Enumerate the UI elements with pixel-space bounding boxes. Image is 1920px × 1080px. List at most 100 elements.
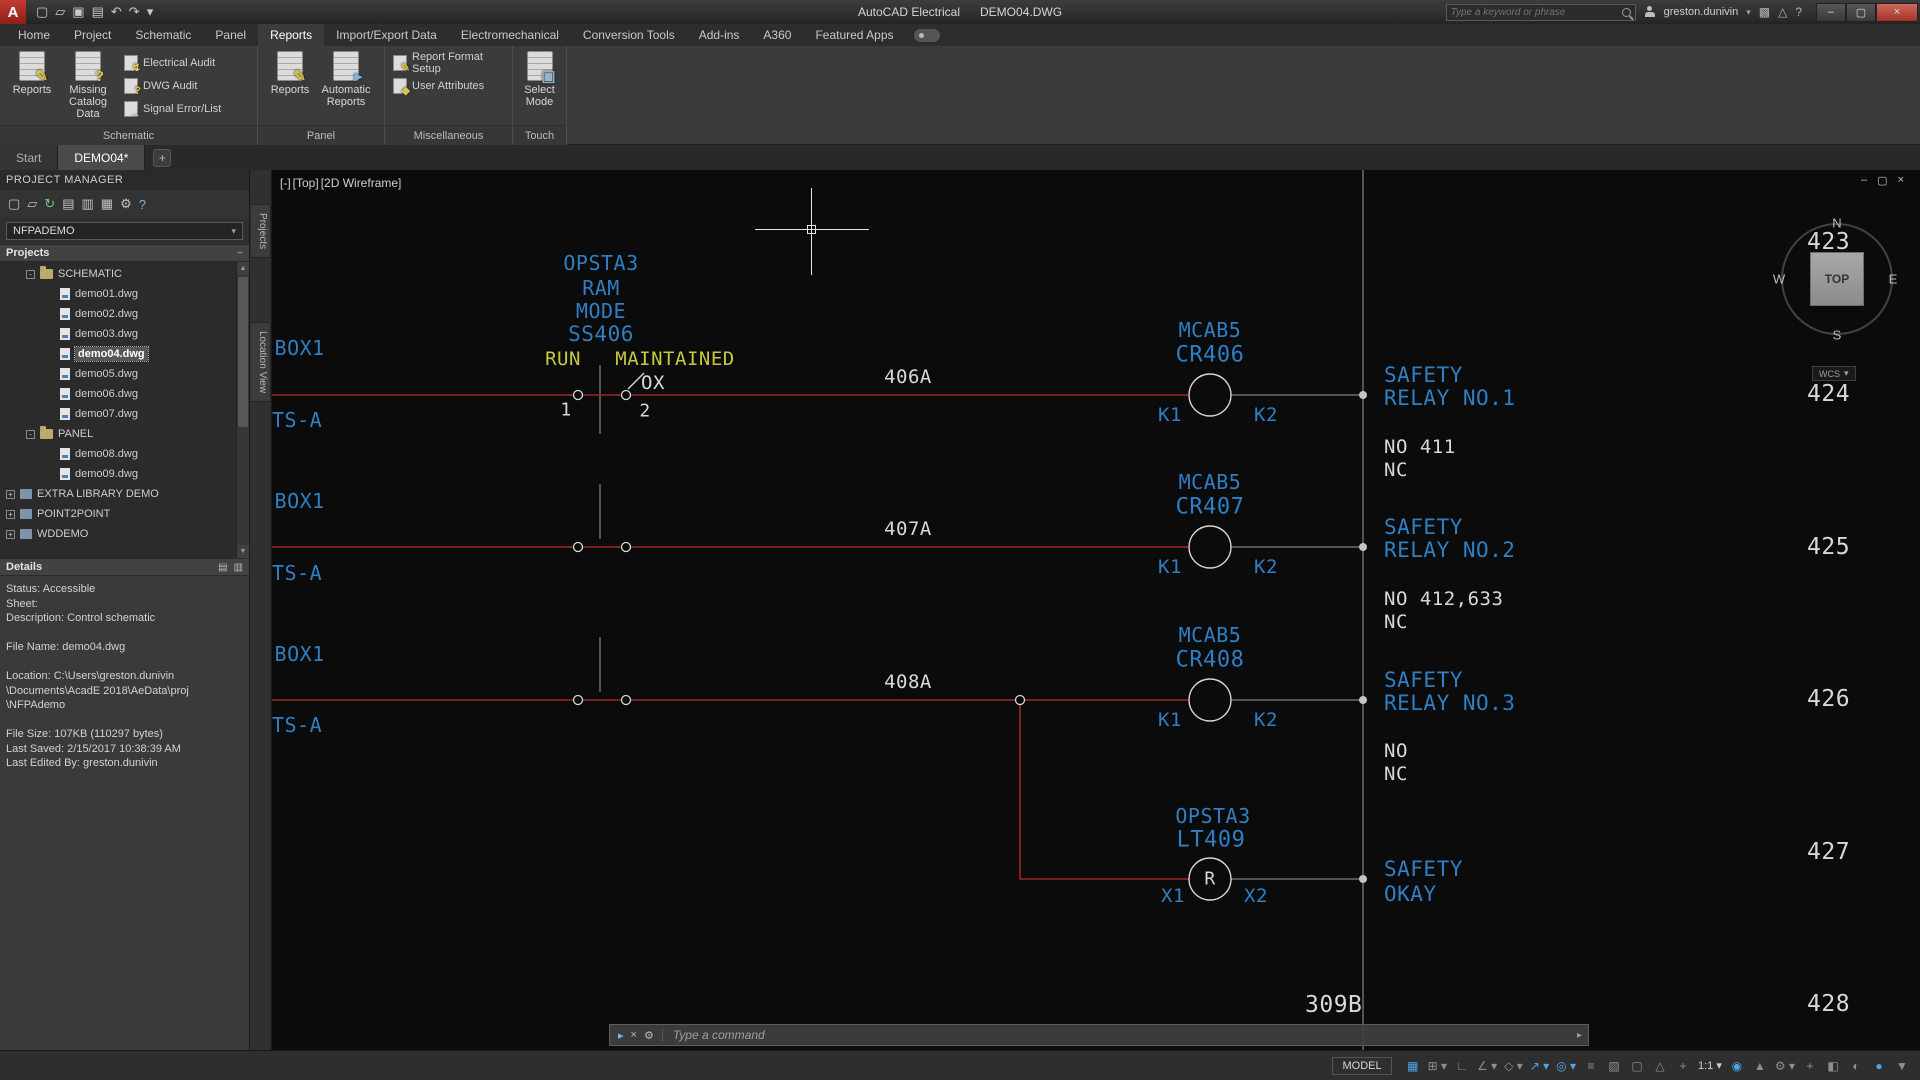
command-close-icon[interactable]: × xyxy=(631,1029,637,1042)
annotation-visibility-icon[interactable]: ◉ xyxy=(1727,1056,1747,1076)
tree-item-demo02-dwg[interactable]: demo02.dwg xyxy=(0,304,236,324)
wcs-dropdown[interactable]: WCS ▾ xyxy=(1812,366,1856,381)
collapse-icon[interactable]: - xyxy=(26,429,35,439)
reports-button[interactable]: ✎ Reports xyxy=(4,49,60,120)
help-icon[interactable]: ? xyxy=(1795,5,1802,19)
minimize-button[interactable]: – xyxy=(1816,2,1846,22)
clean-screen-icon[interactable]: ▼ xyxy=(1892,1056,1912,1076)
viewcube[interactable]: N W E S TOP WCS ▾ xyxy=(1767,210,1912,385)
connect-badge-icon[interactable] xyxy=(913,29,940,42)
project-task-list-icon[interactable]: ▤ xyxy=(62,196,74,212)
ribbon-tab-add-ins[interactable]: Add-ins xyxy=(687,24,752,46)
annotation-scale-label[interactable]: 1:1 ▾ xyxy=(1696,1056,1724,1076)
visual-style-control[interactable]: [2D Wireframe] xyxy=(321,176,402,190)
compass-west[interactable]: W xyxy=(1773,272,1785,287)
electrical-audit-button[interactable]: ↯ Electrical Audit xyxy=(120,53,225,74)
tree-item-point2point[interactable]: + POINT2POINT xyxy=(0,504,236,524)
drawing-canvas[interactable]: OPSTA3RAMMODESS406RUNMAINTAINEDOX12JBOX1… xyxy=(272,170,1920,1050)
ribbon-tab-project[interactable]: Project xyxy=(62,24,123,46)
view-control[interactable]: [Top] xyxy=(293,176,319,190)
new-drawing-tab-button[interactable]: + xyxy=(153,149,172,167)
missing-catalog-data-button[interactable]: ? Missing Catalog Data xyxy=(60,49,116,120)
dwg-audit-button[interactable]: ? DWG Audit xyxy=(120,76,225,97)
tree-item-panel[interactable]: - PANEL xyxy=(0,424,236,444)
project-dropdown[interactable]: NFPADEMO ▾ xyxy=(6,222,243,240)
annotation-autoscale-icon[interactable]: ▲ xyxy=(1750,1056,1770,1076)
tree-item-extra-library-demo[interactable]: + EXTRA LIBRARY DEMO xyxy=(0,484,236,504)
save-icon[interactable]: ▣ xyxy=(72,0,84,24)
file-tab-demo04[interactable]: DEMO04* xyxy=(58,145,146,170)
graphics-performance-icon[interactable]: ● xyxy=(1869,1056,1889,1076)
plot-publish-icon[interactable]: ▦ xyxy=(101,196,113,212)
command-scroll-icon[interactable]: ▸ xyxy=(1577,1030,1588,1041)
drawing-list-icon[interactable]: ▥ xyxy=(82,196,94,212)
qnew-icon[interactable]: ▢ xyxy=(36,0,48,24)
osnap-tracking-icon[interactable]: ↗ ▾ xyxy=(1528,1056,1551,1076)
ribbon-tab-import-export-data[interactable]: Import/Export Data xyxy=(324,24,449,46)
panel-label-panel[interactable]: Panel xyxy=(258,125,384,145)
panel-reports-button[interactable]: ✎ Reports xyxy=(262,49,318,108)
help-icon[interactable]: ? xyxy=(139,197,146,212)
project-new-icon[interactable]: ▢ xyxy=(8,196,20,212)
undo-icon[interactable]: ↶ xyxy=(111,0,122,24)
tree-item-demo01-dwg[interactable]: demo01.dwg xyxy=(0,284,236,304)
compass-south[interactable]: S xyxy=(1833,328,1842,343)
refresh-icon[interactable]: ↻ xyxy=(44,196,55,212)
tree-item-demo09-dwg[interactable]: demo09.dwg xyxy=(0,464,236,484)
workspace-gear-icon[interactable]: ⚙ ▾ xyxy=(1773,1056,1797,1076)
a360-sync-icon[interactable]: △ xyxy=(1778,5,1787,19)
tree-item-schematic[interactable]: - SCHEMATIC xyxy=(0,264,236,284)
redo-icon[interactable]: ↷ xyxy=(129,0,140,24)
viewcube-top-face[interactable]: TOP xyxy=(1810,252,1864,306)
dynamic-input-icon[interactable]: + xyxy=(1673,1056,1693,1076)
isolate-objects-icon[interactable]: ◐ xyxy=(1846,1056,1866,1076)
model-space-button[interactable]: MODEL xyxy=(1332,1056,1392,1075)
polar-tracking-icon[interactable]: ∠ ▾ xyxy=(1475,1056,1499,1076)
signal-error-list-button[interactable]: → Signal Error/List xyxy=(120,99,225,120)
scrollbar-thumb[interactable] xyxy=(238,277,248,427)
dynamic-ucs-icon[interactable]: △ xyxy=(1650,1056,1670,1076)
ribbon-tab-reports[interactable]: Reports xyxy=(258,24,325,46)
ribbon-tab-featured-apps[interactable]: Featured Apps xyxy=(803,24,905,46)
tree-item-demo07-dwg[interactable]: demo07.dwg xyxy=(0,404,236,424)
tree-item-demo04-dwg[interactable]: demo04.dwg xyxy=(0,344,236,364)
scroll-up-icon[interactable]: ▲ xyxy=(237,262,249,275)
open-icon[interactable]: ▱ xyxy=(55,0,65,24)
tree-item-demo08-dwg[interactable]: demo08.dwg xyxy=(0,444,236,464)
isodraft-icon[interactable]: ◇ ▾ xyxy=(1502,1056,1525,1076)
project-open-icon[interactable]: ▱ xyxy=(27,196,37,212)
report-format-setup-button[interactable]: ✎ Report Format Setup xyxy=(389,51,508,75)
command-input[interactable]: Type a command xyxy=(663,1028,765,1042)
expand-icon[interactable]: + xyxy=(6,509,15,519)
help-search-box[interactable] xyxy=(1445,3,1636,21)
app-store-icon[interactable]: ▩ xyxy=(1759,5,1770,19)
search-icon[interactable] xyxy=(1621,7,1631,17)
autocad-logo[interactable]: A xyxy=(0,0,26,24)
qat-dropdown-icon[interactable]: ▾ xyxy=(147,0,154,24)
ribbon-tab-electromechanical[interactable]: Electromechanical xyxy=(449,24,571,46)
ribbon-tab-schematic[interactable]: Schematic xyxy=(123,24,203,46)
compass-north[interactable]: N xyxy=(1832,216,1841,231)
ribbon-tab-conversion-tools[interactable]: Conversion Tools xyxy=(571,24,687,46)
signed-in-user[interactable]: greston.dunivin xyxy=(1664,6,1739,18)
doc-minimize-icon[interactable]: – xyxy=(1861,174,1867,187)
viewport-menu[interactable]: [-] xyxy=(280,176,291,190)
selection-cycling-icon[interactable]: ▢ xyxy=(1627,1056,1647,1076)
expand-icon[interactable]: + xyxy=(6,529,15,539)
user-menu-caret-icon[interactable]: ▾ xyxy=(1746,7,1751,18)
palette-tab-projects[interactable]: Projects xyxy=(251,204,271,259)
snap-mode-icon[interactable]: ⊞ ▾ xyxy=(1426,1056,1449,1076)
command-customize-icon[interactable]: ⚙ xyxy=(644,1029,654,1042)
settings-gear-icon[interactable]: ⚙ xyxy=(120,196,132,212)
ortho-icon[interactable]: ∟ xyxy=(1452,1056,1472,1076)
tree-item-demo05-dwg[interactable]: demo05.dwg xyxy=(0,364,236,384)
details-preview-icon[interactable]: ▥ xyxy=(234,562,243,573)
quick-properties-icon[interactable]: ◧ xyxy=(1823,1056,1843,1076)
details-list-icon[interactable]: ▤ xyxy=(218,562,227,573)
user-attributes-button[interactable]: ◆ User Attributes xyxy=(389,76,508,97)
expand-icon[interactable]: + xyxy=(6,489,15,499)
scroll-down-icon[interactable]: ▼ xyxy=(237,545,249,558)
palette-tab-location-view[interactable]: Location View xyxy=(251,322,271,403)
panel-label-touch[interactable]: Touch xyxy=(513,125,566,145)
tree-item-wddemo[interactable]: + WDDEMO xyxy=(0,524,236,544)
